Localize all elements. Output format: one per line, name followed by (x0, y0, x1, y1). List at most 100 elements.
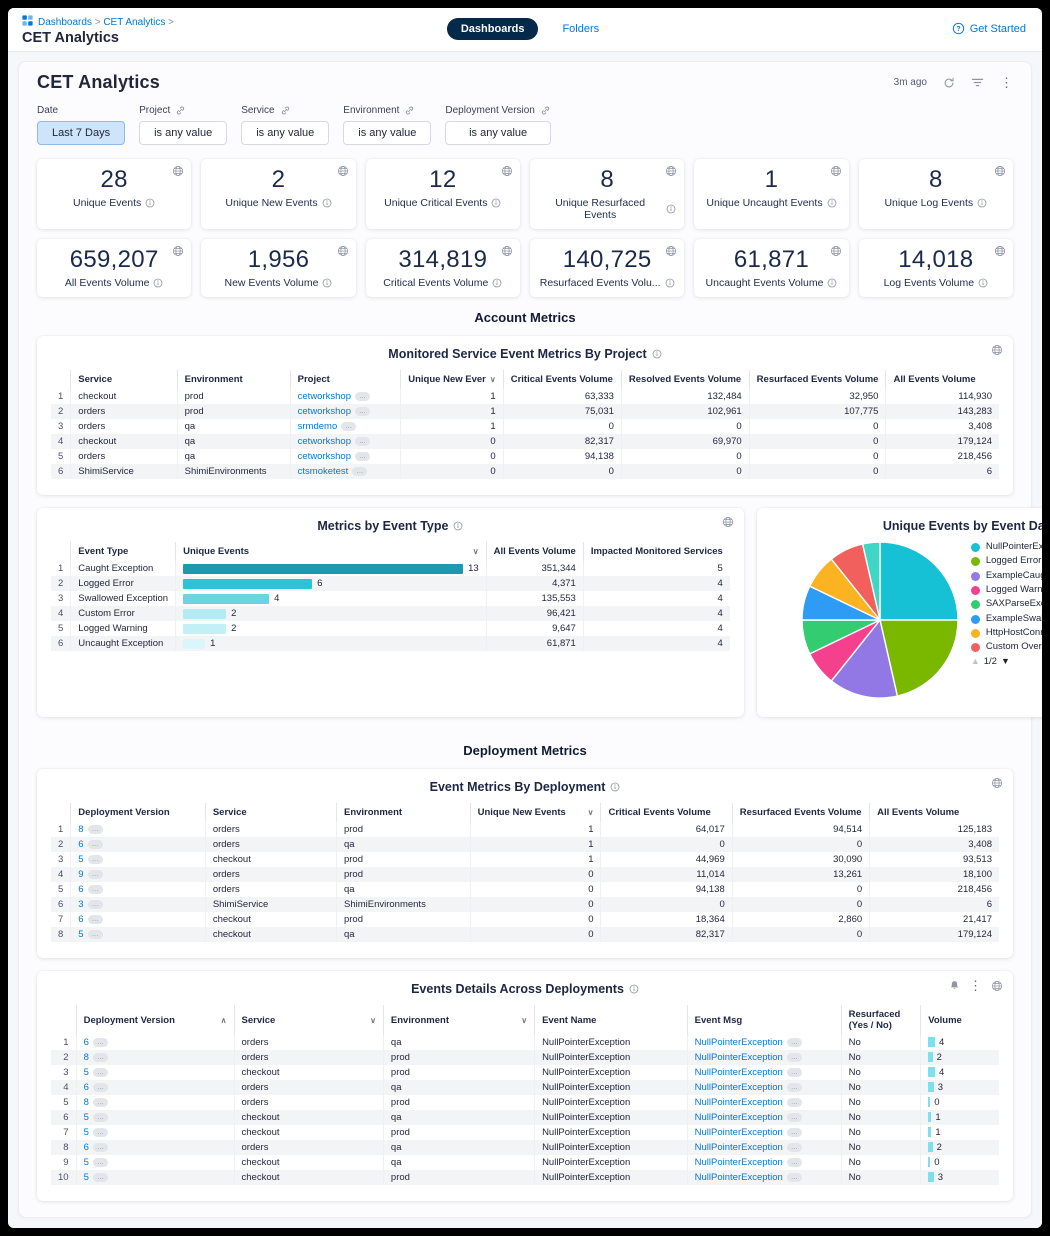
kebab-menu-icon[interactable]: ⋮ (969, 979, 982, 992)
table-row[interactable]: 35…checkoutprodNullPointerExceptionNullP… (51, 1065, 999, 1080)
legend-item-exampleswallowedexception[interactable]: ExampleSwallowedException 7.14% (971, 613, 1042, 625)
table-row[interactable]: 49…ordersprod011,01413,26118,100 (51, 867, 999, 882)
info-icon[interactable] (977, 198, 987, 208)
legend-item-httphostconnectexception[interactable]: HttpHostConnectException 7.14% (971, 627, 1042, 639)
cell-menu-icon[interactable]: … (93, 1158, 108, 1167)
event-msg-link[interactable]: NullPointerException (695, 1037, 783, 1048)
legend-item-saxparseexception[interactable]: SAXParseException 7.14% (971, 598, 1042, 610)
column-header-resurfaced-events-volume[interactable]: Resurfaced Events Volume (749, 370, 886, 389)
column-header-all-events-volume[interactable]: All Events Volume (486, 542, 583, 561)
project-link[interactable]: cetworkshop (298, 436, 351, 447)
cell-menu-icon[interactable]: … (787, 1083, 802, 1092)
cell-menu-icon[interactable]: … (787, 1128, 802, 1137)
bell-icon[interactable] (949, 980, 960, 991)
cell-menu-icon[interactable]: … (787, 1173, 802, 1182)
deployment-version-link[interactable]: 6 (84, 1082, 89, 1093)
legend-item-logged-error[interactable]: Logged Error 21.43% (971, 555, 1042, 567)
cell-menu-icon[interactable]: … (93, 1143, 108, 1152)
breadcrumb-item-cet-analytics[interactable]: CET Analytics (103, 17, 165, 28)
project-link[interactable]: srmdemo (298, 421, 338, 432)
table-row[interactable]: 56…ordersqa094,1380218,456 (51, 882, 999, 897)
deployment-version-link[interactable]: 9 (78, 869, 83, 880)
column-header-event-msg[interactable]: Event Msg (687, 1005, 841, 1035)
deployment-version-link[interactable]: 8 (84, 1052, 89, 1063)
event-msg-link[interactable]: NullPointerException (695, 1157, 783, 1168)
cell-menu-icon[interactable]: … (787, 1038, 802, 1047)
cell-menu-icon[interactable]: … (93, 1098, 108, 1107)
cell-menu-icon[interactable]: … (787, 1113, 802, 1122)
cell-menu-icon[interactable]: … (88, 825, 103, 834)
table-row[interactable]: 18…ordersprod164,01794,514125,183 (51, 822, 999, 837)
column-header-deployment-version[interactable]: Deployment Version (71, 803, 206, 822)
globe-icon[interactable] (991, 344, 1003, 356)
globe-icon[interactable] (665, 245, 677, 257)
cell-menu-icon[interactable]: … (88, 915, 103, 924)
project-link[interactable]: cetworkshop (298, 406, 351, 417)
globe-icon[interactable] (994, 165, 1006, 177)
get-started-link[interactable]: ? Get Started (952, 22, 1026, 35)
refresh-icon[interactable] (943, 77, 955, 89)
info-icon[interactable] (666, 204, 676, 214)
cell-menu-icon[interactable]: … (355, 437, 370, 446)
event-msg-link[interactable]: NullPointerException (695, 1052, 783, 1063)
deployment-version-link[interactable]: 8 (84, 1097, 89, 1108)
event-msg-link[interactable]: NullPointerException (695, 1067, 783, 1078)
info-icon[interactable] (978, 278, 988, 288)
info-icon[interactable] (610, 782, 620, 792)
globe-icon[interactable] (830, 245, 842, 257)
filter-value-deployment-version[interactable]: is any value (445, 121, 551, 145)
table-row[interactable]: 1Caught Exception13351,3445 (51, 561, 730, 576)
table-row[interactable]: 95…checkoutqaNullPointerExceptionNullPoi… (51, 1155, 999, 1170)
column-header-event-name[interactable]: Event Name (535, 1005, 688, 1035)
deployment-version-link[interactable]: 5 (78, 929, 83, 940)
event-msg-link[interactable]: NullPointerException (695, 1142, 783, 1153)
column-header-service[interactable]: Service (71, 370, 177, 389)
cell-menu-icon[interactable]: … (88, 900, 103, 909)
pie-chart[interactable] (799, 539, 961, 701)
table-row[interactable]: 1checkoutprodcetworkshop…163,333132,4843… (51, 389, 999, 404)
info-icon[interactable] (665, 278, 675, 288)
cell-menu-icon[interactable]: … (355, 407, 370, 416)
table-row[interactable]: 28…ordersprodNullPointerExceptionNullPoi… (51, 1050, 999, 1065)
deployment-version-link[interactable]: 5 (78, 854, 83, 865)
column-header-deployment-version[interactable]: Deployment Version∧ (76, 1005, 234, 1035)
cell-menu-icon[interactable]: … (88, 855, 103, 864)
column-header-environment[interactable]: Environment (177, 370, 290, 389)
filter-icon[interactable] (971, 77, 984, 88)
column-header-resolved-events-volume[interactable]: Resolved Events Volume (621, 370, 749, 389)
deployment-version-link[interactable]: 8 (78, 824, 83, 835)
event-msg-link[interactable]: NullPointerException (695, 1112, 783, 1123)
info-icon[interactable] (827, 198, 837, 208)
project-link[interactable]: ctsmoketest (298, 466, 349, 477)
filter-value-environment[interactable]: is any value (343, 121, 431, 145)
column-header-volume[interactable]: Volume (921, 1005, 999, 1035)
table-row[interactable]: 105…checkoutprodNullPointerExceptionNull… (51, 1170, 999, 1185)
breadcrumb-item-dashboards[interactable]: Dashboards (38, 17, 92, 28)
deployment-version-link[interactable]: 5 (84, 1112, 89, 1123)
table-row[interactable]: 5Logged Warning29,6474 (51, 621, 730, 636)
filter-value-date[interactable]: Last 7 Days (37, 121, 125, 145)
legend-page-down-icon[interactable]: ▼ (1001, 656, 1010, 666)
table-row[interactable]: 2Logged Error64,3714 (51, 576, 730, 591)
table-row[interactable]: 85…checkoutqa082,3170179,124 (51, 927, 999, 942)
cell-menu-icon[interactable]: … (88, 870, 103, 879)
info-icon[interactable] (491, 198, 501, 208)
info-icon[interactable] (652, 349, 662, 359)
table-row[interactable]: 6ShimiServiceShimiEnvironmentsctsmoketes… (51, 464, 999, 479)
globe-icon[interactable] (501, 245, 513, 257)
cell-menu-icon[interactable]: … (93, 1128, 108, 1137)
table-row[interactable]: 2ordersprodcetworkshop…175,031102,961107… (51, 404, 999, 419)
column-header-unique-new-ever[interactable]: Unique New Ever∨ (401, 370, 503, 389)
globe-icon[interactable] (665, 165, 677, 177)
table-row[interactable]: 16…ordersqaNullPointerExceptionNullPoint… (51, 1035, 999, 1050)
kebab-menu-icon[interactable]: ⋮ (1000, 76, 1013, 89)
info-icon[interactable] (153, 278, 163, 288)
legend-item-logged-warning[interactable]: Logged Warning 7.14% (971, 584, 1042, 596)
cell-menu-icon[interactable]: … (787, 1053, 802, 1062)
info-icon[interactable] (145, 198, 155, 208)
cell-menu-icon[interactable]: … (787, 1143, 802, 1152)
column-header-all-events-volume[interactable]: All Events Volume (870, 803, 999, 822)
column-header-unique-new-events[interactable]: Unique New Events∨ (470, 803, 601, 822)
cell-menu-icon[interactable]: … (88, 840, 103, 849)
filter-value-project[interactable]: is any value (139, 121, 227, 145)
